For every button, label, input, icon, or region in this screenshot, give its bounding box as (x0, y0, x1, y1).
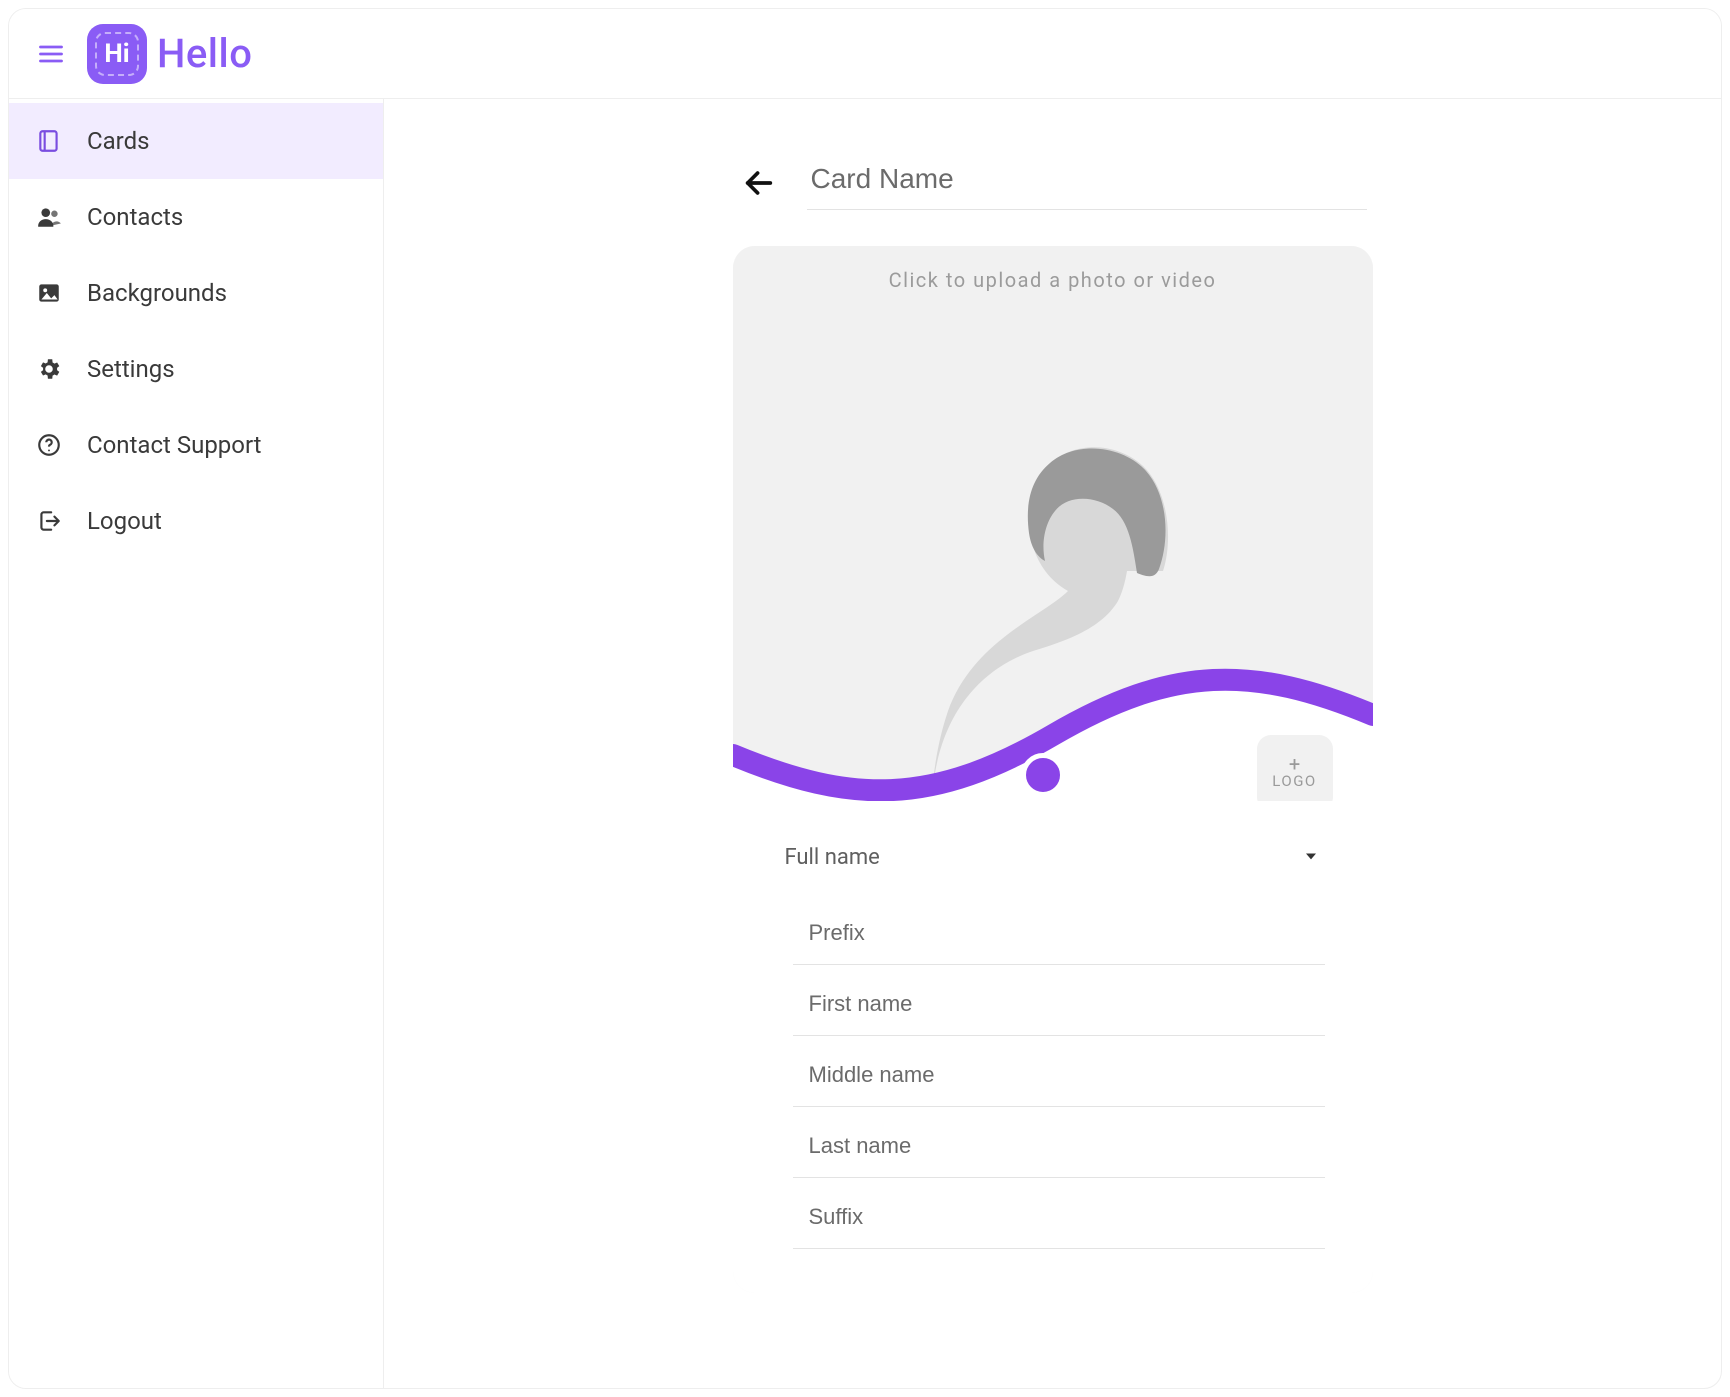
menu-toggle-button[interactable] (33, 36, 69, 72)
main: Click to upload a photo or video (384, 99, 1721, 1388)
brand-badge-text: Hi (104, 39, 129, 69)
logout-icon (35, 507, 63, 535)
hamburger-icon (37, 40, 65, 68)
app-frame: Hi Hello Cards Contacts (8, 8, 1722, 1389)
card-icon (35, 127, 63, 155)
body: Cards Contacts Backgrounds Settings (9, 99, 1721, 1388)
help-icon (35, 431, 63, 459)
sidebar-item-settings[interactable]: Settings (9, 331, 383, 407)
upload-hint: Click to upload a photo or video (733, 268, 1373, 292)
brand-logo[interactable]: Hi Hello (87, 24, 252, 84)
color-picker-dot[interactable] (1021, 753, 1065, 797)
backgrounds-icon (35, 279, 63, 307)
back-button[interactable] (739, 163, 779, 203)
settings-icon (35, 355, 63, 383)
sidebar-item-label: Contact Support (87, 431, 262, 459)
sidebar-item-label: Backgrounds (87, 279, 227, 307)
topbar: Hi Hello (9, 9, 1721, 99)
name-fields (781, 898, 1325, 1253)
middle-name-input[interactable] (793, 1040, 1325, 1107)
add-logo-button[interactable]: + LOGO (1257, 735, 1333, 801)
brand-name: Hello (157, 30, 252, 77)
card-editor: Click to upload a photo or video (733, 155, 1373, 1388)
sidebar-item-label: Logout (87, 507, 162, 535)
prefix-input[interactable] (793, 898, 1325, 965)
chevron-down-icon (1301, 846, 1321, 870)
form-area: Full name (733, 801, 1373, 1293)
photo-upload-area[interactable]: Click to upload a photo or video (733, 246, 1373, 801)
sidebar-item-label: Cards (87, 127, 150, 155)
arrow-left-icon (742, 166, 776, 200)
sidebar-item-label: Contacts (87, 203, 183, 231)
sidebar-item-cards[interactable]: Cards (9, 103, 383, 179)
first-name-input[interactable] (793, 969, 1325, 1036)
sidebar-item-logout[interactable]: Logout (9, 483, 383, 559)
sidebar-item-contact-support[interactable]: Contact Support (9, 407, 383, 483)
fullname-label: Full name (785, 845, 880, 870)
title-row (733, 155, 1373, 210)
plus-icon: + (1289, 756, 1300, 772)
suffix-input[interactable] (793, 1182, 1325, 1249)
sidebar-item-contacts[interactable]: Contacts (9, 179, 383, 255)
card-name-input[interactable] (807, 155, 1367, 210)
sidebar: Cards Contacts Backgrounds Settings (9, 99, 384, 1388)
brand-badge: Hi (87, 24, 147, 84)
card-preview-panel: Click to upload a photo or video (733, 246, 1373, 1293)
fullname-toggle[interactable]: Full name (781, 827, 1325, 898)
sidebar-item-label: Settings (87, 355, 175, 383)
logo-chip-label: LOGO (1272, 772, 1316, 790)
contacts-icon (35, 203, 63, 231)
last-name-input[interactable] (793, 1111, 1325, 1178)
sidebar-item-backgrounds[interactable]: Backgrounds (9, 255, 383, 331)
